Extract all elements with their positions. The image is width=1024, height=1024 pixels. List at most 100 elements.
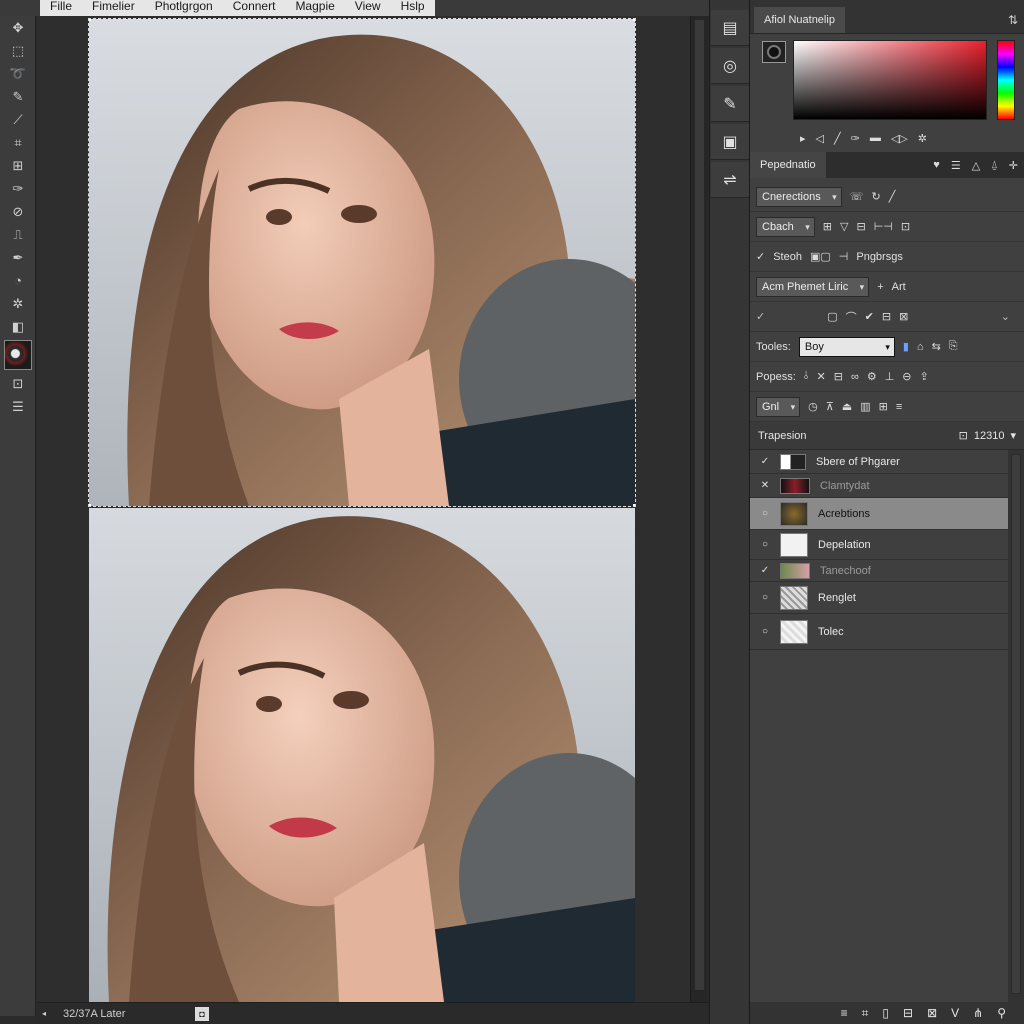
menu-select[interactable]: Magpie bbox=[285, 0, 344, 16]
arc-icon[interactable]: ⌒ bbox=[846, 309, 857, 325]
pin-icon[interactable]: ⫰ bbox=[804, 370, 809, 383]
mask-add-icon[interactable]: ▯ bbox=[882, 1006, 889, 1020]
dodge-tool-icon[interactable]: ✲ bbox=[0, 292, 36, 315]
layers-scroll-thumb[interactable] bbox=[1011, 454, 1021, 994]
preset-select[interactable]: Acm Phemet Liric bbox=[756, 276, 870, 297]
clock-icon[interactable]: ◷ bbox=[808, 400, 818, 413]
quick-mask-thumbnail[interactable] bbox=[0, 338, 36, 372]
grid-select[interactable]: Gnl bbox=[756, 396, 801, 417]
columns-icon[interactable]: ▥ bbox=[860, 400, 870, 413]
edit-icon[interactable]: ╱ bbox=[889, 190, 896, 203]
adjust-icon[interactable]: ⇌ bbox=[711, 162, 749, 198]
tent-icon[interactable]: ⍙ bbox=[991, 159, 998, 172]
brush-settings-icon[interactable]: ⊣ bbox=[839, 250, 849, 263]
play-icon[interactable]: ▸ bbox=[800, 132, 806, 145]
checkmark-icon[interactable]: ✔ bbox=[865, 310, 874, 323]
share-icon[interactable]: ⇪ bbox=[920, 370, 929, 383]
compare-icon[interactable]: ◁▷ bbox=[891, 132, 908, 145]
phone-icon[interactable]: ☏ bbox=[850, 190, 864, 203]
lasso-tool-icon[interactable]: ➰ bbox=[0, 62, 36, 85]
menu-image[interactable]: Photlgrgon bbox=[145, 0, 223, 16]
shape-tool-icon[interactable]: ☰ bbox=[0, 395, 36, 418]
corrections-select[interactable]: Cnerections bbox=[756, 186, 842, 207]
lock-icon[interactable]: ▣ bbox=[711, 124, 749, 160]
lines-icon[interactable]: ≡ bbox=[896, 401, 902, 413]
hue-slider[interactable] bbox=[997, 40, 1015, 120]
heal-tool-icon[interactable]: ⊘ bbox=[0, 200, 36, 223]
export-icon[interactable]: ⎘ bbox=[949, 340, 958, 353]
link-layers-icon[interactable]: ≡ bbox=[841, 1006, 848, 1020]
status-menu-arrow-icon[interactable]: ◂ bbox=[37, 1009, 51, 1018]
transform-handle[interactable] bbox=[633, 504, 635, 506]
layers-scrollbar[interactable] bbox=[1008, 450, 1024, 1002]
triangle-icon[interactable]: △ bbox=[972, 159, 980, 172]
type-tool-icon[interactable]: ⊡ bbox=[0, 372, 36, 395]
visibility-toggle[interactable]: ✓ bbox=[750, 456, 780, 467]
heart-icon[interactable]: ♥ bbox=[933, 159, 940, 172]
brush-tool-icon[interactable]: ✎ bbox=[0, 85, 36, 108]
move-tool-icon[interactable]: ✥ bbox=[0, 16, 36, 39]
tools-icon[interactable]: ✎ bbox=[711, 86, 749, 122]
menu-edit[interactable]: Fimelier bbox=[82, 0, 145, 16]
eyedropper-tool-icon[interactable]: ✑ bbox=[0, 177, 36, 200]
scroll-thumb[interactable] bbox=[695, 20, 704, 990]
foreground-color-swatch[interactable] bbox=[762, 41, 786, 63]
visibility-toggle[interactable]: ○ bbox=[750, 508, 780, 519]
width-icon[interactable]: ⊢⊣ bbox=[874, 220, 893, 233]
crop-tool-icon[interactable]: ⌗ bbox=[0, 131, 36, 154]
pen-tool-icon[interactable]: ✒ bbox=[0, 246, 36, 269]
dropdown-icon[interactable]: ▾ bbox=[1010, 429, 1016, 442]
square-icon[interactable]: ▢ bbox=[827, 310, 837, 323]
clone-tool-icon[interactable]: ⎍ bbox=[0, 223, 36, 246]
menu-help[interactable]: Hslp bbox=[391, 0, 435, 16]
tools-select[interactable]: Boy bbox=[798, 336, 895, 357]
frame-tool-icon[interactable]: ⊞ bbox=[0, 154, 36, 177]
collapse-icon[interactable]: ⌄ bbox=[1001, 310, 1010, 323]
minus-icon[interactable]: ▬ bbox=[870, 132, 881, 145]
tab-properties[interactable]: Pepednatio bbox=[750, 152, 826, 178]
puzzle-icon[interactable]: ⚙ bbox=[867, 370, 877, 383]
visibility-toggle[interactable]: ✕ bbox=[750, 480, 780, 491]
pen-icon[interactable]: ╱ bbox=[834, 132, 841, 145]
sound-icon[interactable]: ◁ bbox=[816, 132, 824, 145]
swap-icon[interactable]: ⇆ bbox=[932, 340, 941, 353]
transform-handle[interactable] bbox=[89, 19, 91, 21]
layer-row[interactable]: ✕ Clamtydat bbox=[750, 474, 1008, 498]
board-icon[interactable]: ⊟ bbox=[882, 310, 891, 323]
menu-file[interactable]: Fille bbox=[40, 0, 82, 16]
pyramid-icon[interactable]: ⊼ bbox=[826, 400, 834, 413]
adjustment-icon[interactable]: ⊟ bbox=[903, 1006, 913, 1020]
layer-row[interactable]: ○ Tolec bbox=[750, 614, 1008, 650]
add-icon[interactable]: + bbox=[877, 281, 883, 293]
menu-layer[interactable]: Connert bbox=[223, 0, 286, 16]
group-icon[interactable]: ⊠ bbox=[927, 1006, 937, 1020]
layer-row[interactable]: ✓ Sbere of Phgarer bbox=[750, 450, 1008, 474]
layers-icon[interactable]: ▤ bbox=[711, 10, 749, 46]
visibility-toggle[interactable]: ○ bbox=[750, 626, 780, 637]
history-icon[interactable]: ◎ bbox=[711, 48, 749, 84]
gear-icon[interactable]: ✲ bbox=[918, 132, 927, 145]
bookmark-icon[interactable]: ▮ bbox=[903, 340, 909, 353]
menu-view[interactable]: View bbox=[345, 0, 391, 16]
layer-row[interactable]: ○ Renglet bbox=[750, 582, 1008, 614]
portrait-photo-top[interactable] bbox=[88, 18, 636, 507]
list-icon[interactable]: ☰ bbox=[951, 159, 961, 172]
portrait-photo-bottom[interactable] bbox=[89, 508, 635, 1002]
marquee-tool-icon[interactable]: ⬚ bbox=[0, 39, 36, 62]
wand-tool-icon[interactable]: ⟋ bbox=[0, 108, 36, 131]
tab-color[interactable]: Afiol Nuatnelip bbox=[754, 7, 845, 33]
grid-icon[interactable]: ⊞ bbox=[823, 220, 832, 233]
film-icon[interactable]: ⊞ bbox=[879, 400, 888, 413]
visibility-toggle[interactable]: ○ bbox=[750, 592, 780, 603]
pin2-icon[interactable]: ⊥ bbox=[885, 370, 895, 383]
canvas-area[interactable] bbox=[37, 16, 690, 1002]
fx-icon[interactable]: ⌗ bbox=[862, 1006, 869, 1021]
funnel-icon[interactable]: ▽ bbox=[840, 220, 848, 233]
canvas-vertical-scrollbar[interactable] bbox=[690, 16, 708, 1002]
visibility-toggle[interactable]: ✓ bbox=[750, 565, 780, 576]
layer-row[interactable]: ○ Depelation bbox=[750, 530, 1008, 560]
panel-menu-icon[interactable]: ⇅ bbox=[1008, 7, 1018, 33]
eyedropper-icon[interactable]: ✑ bbox=[851, 132, 860, 145]
blur-tool-icon[interactable]: ◔ bbox=[0, 269, 36, 292]
cross-icon[interactable]: ✕ bbox=[817, 370, 826, 383]
